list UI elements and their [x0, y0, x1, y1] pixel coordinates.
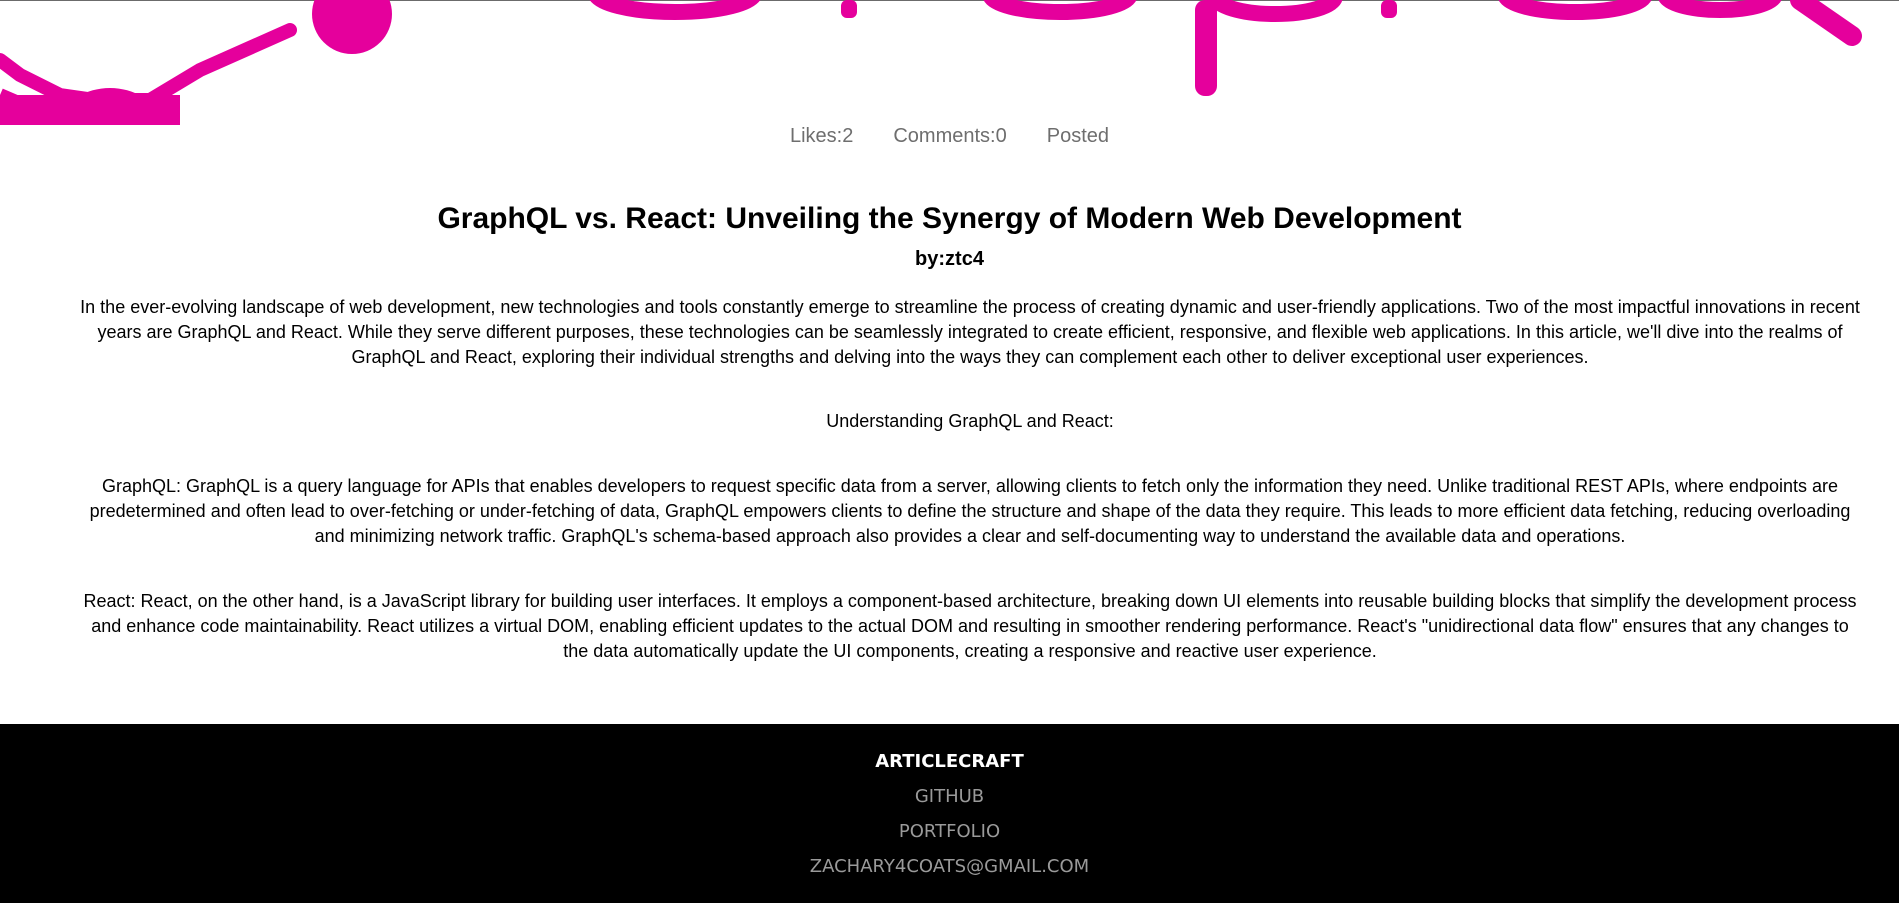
footer-link-email[interactable]: ZACHARY4COATS@GMAIL.COM [0, 856, 1899, 877]
comments-count[interactable]: Comments:0 [893, 125, 1006, 155]
post-meta: Likes:2 Comments:0 Posted [0, 125, 1899, 155]
page: Likes:2 Comments:0 Posted GraphQL vs. Re… [0, 0, 1899, 903]
graphql-logo-graphic-icon [0, 0, 1862, 125]
likes-count[interactable]: Likes:2 [790, 125, 853, 155]
hero-image [0, 0, 1899, 125]
article-paragraph: In the ever-evolving landscape of web de… [80, 297, 1860, 367]
article-title: GraphQL vs. React: Unveiling the Synergy… [437, 202, 1462, 235]
article-paragraph: GraphQL: GraphQL is a query language for… [89, 476, 1851, 546]
article-author[interactable]: by:ztc4 [0, 245, 1899, 273]
footer-link-portfolio[interactable]: PORTFOLIO [0, 821, 1899, 842]
footer-link-github[interactable]: GITHUB [0, 786, 1899, 807]
article-paragraph: React: React, on the other hand, is a Ja… [83, 591, 1857, 661]
footer-brand[interactable]: ARTICLECRAFT [0, 751, 1899, 772]
footer: ARTICLECRAFT GITHUB PORTFOLIO ZACHARY4CO… [0, 724, 1899, 903]
article-subheading: Understanding GraphQL and React: [826, 411, 1114, 431]
posted-label: Posted [1046, 125, 1109, 147]
